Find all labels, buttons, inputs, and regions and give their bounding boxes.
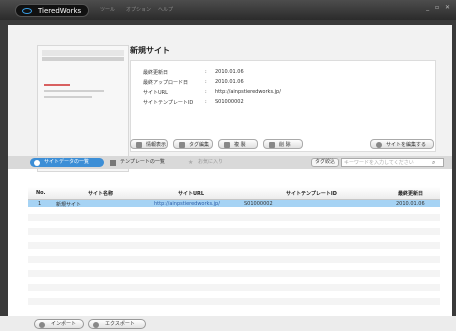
search-icon[interactable]: ⌕ [432, 159, 435, 167]
header-updated[interactable]: 最終更新日 [398, 190, 423, 197]
window-controls[interactable]: _ ▫ ✕ [426, 4, 452, 11]
info-label: 最終アップロード日 [143, 80, 189, 86]
header-name[interactable]: サイト名称 [88, 190, 113, 197]
empty-row [28, 256, 440, 263]
info-value: 2010.01.06 [215, 69, 244, 75]
keyword-search-input[interactable] [341, 158, 444, 167]
edit-site-label: サイトを編集する [386, 141, 427, 148]
copy-button[interactable]: 複 製 [218, 139, 258, 149]
info-value: 2010.01.06 [215, 79, 244, 85]
thumbnail-line [44, 96, 92, 98]
star-icon: ★ [188, 159, 194, 166]
export-icon [93, 321, 99, 328]
info-label: サイトテンプレートID [143, 100, 194, 106]
delete-label: 削 除 [279, 141, 291, 148]
header-template-id[interactable]: サイトテンプレートID [286, 190, 337, 197]
info-icon [136, 141, 142, 148]
empty-row [28, 298, 440, 305]
info-label: 最終更新日 [143, 70, 169, 76]
tab-template-list-label: テンプレートの一覧 [120, 159, 165, 165]
cell-name: 新規サイト [56, 201, 82, 208]
thumbnail-line [44, 90, 104, 92]
cell-template-id: S01000002 [244, 200, 273, 207]
edit-icon [376, 141, 382, 148]
info-button[interactable]: 情報表示 [130, 139, 168, 149]
edit-site-button[interactable]: サイトを編集する [370, 139, 434, 149]
info-button-label: 情報表示 [146, 141, 167, 148]
menu-tools[interactable]: ツール [100, 6, 115, 13]
info-colon: : [205, 69, 207, 75]
export-label: エクスポート [105, 321, 135, 327]
tab-site-list-label: サイトデータの一覧 [44, 159, 90, 165]
empty-row [28, 284, 440, 291]
tab-site-list[interactable]: サイトデータの一覧 [30, 158, 104, 167]
main-panel: 新規サイト 最終更新日 : 2010.01.06 最終アップロード日 : 201… [8, 25, 452, 324]
thumbnail-heading [44, 84, 70, 86]
cell-url[interactable]: http://ainpstieredworks.jp/ [154, 201, 220, 207]
table-row[interactable]: 1 新規サイト http://ainpstieredworks.jp/ S010… [28, 200, 440, 208]
import-button[interactable]: インポート [34, 319, 84, 329]
globe-icon [34, 159, 40, 166]
info-colon: : [205, 89, 207, 95]
delete-button[interactable]: 削 除 [263, 139, 303, 149]
title-bar: TieredWorks ツール オプション ヘルプ _ ▫ ✕ [0, 0, 456, 20]
tab-favorites[interactable]: ★ お気に入り [188, 158, 238, 167]
menu-options[interactable]: オプション [126, 6, 151, 13]
site-table: No. サイト名称 サイトURL サイトテンプレートID 最終更新日 1 新規サ… [28, 187, 440, 307]
site-detail-area: 新規サイト 最終更新日 : 2010.01.06 最終アップロード日 : 201… [8, 25, 452, 172]
app-logo[interactable]: TieredWorks [15, 4, 89, 17]
info-label: サイトURL [143, 90, 168, 96]
empty-row [28, 228, 440, 235]
cell-updated: 2010.01.06 [396, 200, 425, 207]
import-label: インポート [51, 321, 77, 327]
app-title: TieredWorks [38, 6, 82, 15]
thumbnail-nav [42, 57, 124, 61]
info-colon: : [205, 99, 207, 105]
header-no[interactable]: No. [36, 190, 46, 196]
tag-edit-button[interactable]: タグ編集 [173, 139, 213, 149]
menu-help[interactable]: ヘルプ [158, 6, 173, 13]
cell-no: 1 [38, 200, 42, 207]
export-button[interactable]: エクスポート [88, 319, 146, 329]
template-icon [110, 159, 116, 166]
info-colon: : [205, 79, 207, 85]
tab-favorites-label: お気に入り [198, 159, 224, 165]
tab-template-list[interactable]: テンプレートの一覧 [110, 158, 178, 167]
copy-label: 複 製 [234, 141, 246, 148]
empty-row [28, 270, 440, 277]
header-url[interactable]: サイトURL [178, 190, 204, 197]
tag-icon [179, 141, 185, 148]
info-value: S01000002 [215, 99, 244, 105]
tab-bar: サイトデータの一覧 テンプレートの一覧 ★ お気に入り タグ絞込 ⌕ [8, 156, 452, 169]
site-title: 新規サイト [130, 46, 170, 55]
bottom-bar: インポート エクスポート [0, 316, 456, 331]
info-value: http://ainpstieredworks.jp/ [215, 89, 281, 95]
empty-row [28, 214, 440, 221]
tag-edit-label: タグ編集 [189, 141, 210, 148]
tag-filter-button[interactable]: タグ絞込 [311, 158, 339, 167]
delete-icon [269, 141, 275, 148]
import-icon [39, 321, 45, 328]
copy-icon [224, 141, 230, 148]
table-header: No. サイト名称 サイトURL サイトテンプレートID 最終更新日 [28, 187, 440, 200]
empty-row [28, 242, 440, 249]
site-thumbnail[interactable] [37, 45, 129, 172]
thumbnail-header [42, 50, 124, 56]
logo-icon [22, 8, 32, 14]
